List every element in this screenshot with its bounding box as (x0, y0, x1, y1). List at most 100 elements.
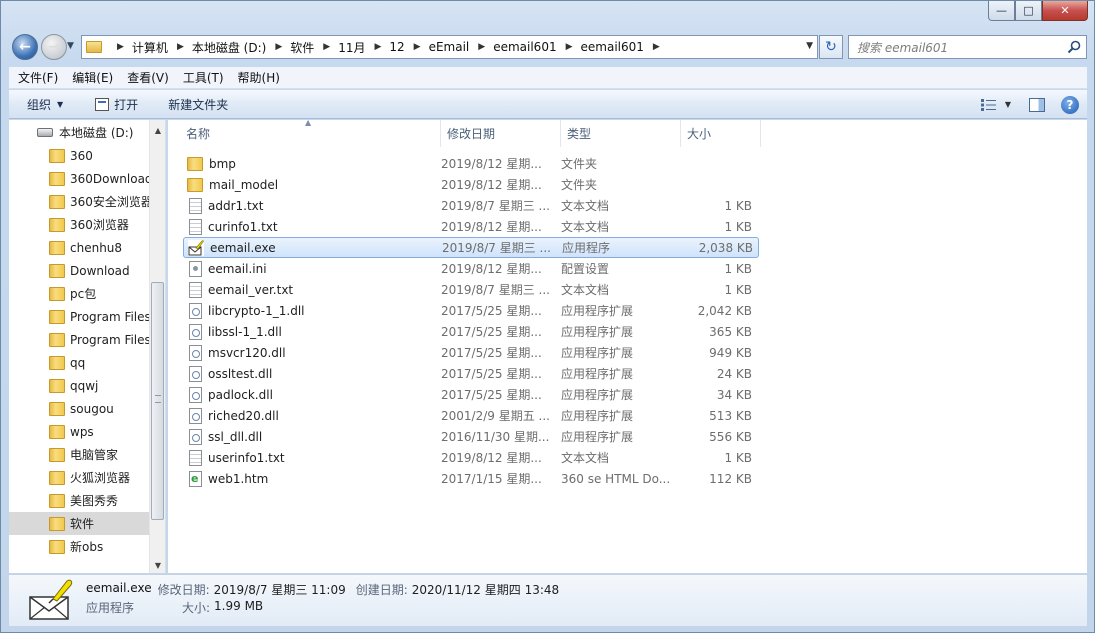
breadcrumb-item[interactable]: ▶ 软件 (266, 39, 314, 56)
file-row[interactable]: eemail.ini 2019/8/12 星期... 配置设置 1 KB (183, 258, 759, 279)
preview-pane-icon[interactable] (1029, 97, 1045, 112)
nav-item-folder[interactable]: qqwj (9, 374, 151, 397)
breadcrumb-separator-icon[interactable]: ▶ (414, 42, 421, 52)
column-date[interactable]: 修改日期 (441, 120, 561, 147)
scroll-thumb[interactable] (151, 282, 164, 520)
nav-item-folder[interactable]: 360安全浏览器 (9, 190, 153, 213)
nav-item-folder[interactable]: 360 (9, 144, 151, 167)
organize-label: 组织 (27, 97, 52, 112)
text-file-icon (189, 449, 202, 466)
breadcrumb-separator-icon[interactable]: ▶ (374, 42, 381, 52)
file-name-cell: libcrypto-1_1.dll (183, 302, 441, 319)
breadcrumb-separator-icon[interactable]: ▶ (117, 42, 124, 52)
nav-item-folder[interactable]: sougou (9, 397, 151, 420)
menu-view[interactable]: 查看(V) (118, 69, 174, 86)
file-row[interactable]: msvcr120.dll 2017/5/25 星期... 应用程序扩展 949 KB (183, 342, 759, 363)
address-row: ← → ▼ ▶ 计算机 ▶ 本地磁盘 (D:) ▶ 软件 ▶ 11月 ▶ 12 ▶ eEmail ▶ ee… (9, 31, 1089, 63)
nav-item-folder[interactable]: chenhu8 (9, 236, 151, 259)
file-size: 24 KB (716, 366, 752, 381)
view-options-chevron-down-icon[interactable]: ▼ (1005, 100, 1011, 109)
file-row[interactable]: padlock.dll 2017/5/25 星期... 应用程序扩展 34 KB (183, 384, 759, 405)
file-row[interactable]: eemail.exe 2019/8/7 星期三 ... 应用程序 2,038 KB (183, 237, 759, 258)
organize-button[interactable]: 组织 ▼ (27, 96, 63, 113)
nav-item-folder[interactable]: 360Download (9, 167, 153, 190)
breadcrumb-item[interactable]: ▶ 本地磁盘 (D:) (168, 39, 266, 56)
refresh-button[interactable]: ↻ (819, 35, 843, 59)
forward-button[interactable]: → (41, 34, 67, 60)
file-date: 2019/8/12 星期... (441, 451, 542, 465)
breadcrumb-separator-icon[interactable]: ▶ (566, 42, 573, 52)
address-dropdown-icon[interactable]: ▼ (806, 41, 813, 51)
file-date: 2019/8/7 星期三 ... (441, 199, 550, 213)
file-date: 2017/5/25 星期... (441, 346, 542, 360)
search-icon[interactable] (1067, 40, 1081, 54)
nav-item-folder[interactable]: Download (9, 259, 151, 282)
file-row[interactable]: bmp 2019/8/12 星期... 文件夹 (183, 153, 759, 174)
file-row[interactable]: ssl_dll.dll 2016/11/30 星期... 应用程序扩展 556 KB (183, 426, 759, 447)
file-row[interactable]: web1.htm 2017/1/15 星期... 360 se HTML Do...… (183, 468, 759, 489)
file-date: 2017/5/25 星期... (441, 388, 542, 402)
file-row[interactable]: userinfo1.txt 2019/8/12 星期... 文本文档 1 KB (183, 447, 759, 468)
menu-tools[interactable]: 工具(T) (174, 69, 229, 86)
menu-file[interactable]: 文件(F) (9, 69, 63, 86)
open-button[interactable]: 打开 (95, 96, 138, 113)
search-input[interactable]: 搜索 eemail601 (848, 35, 1087, 59)
nav-item-folder[interactable]: 360浏览器 (9, 213, 151, 236)
column-type[interactable]: 类型 (561, 120, 681, 147)
file-name: web1.htm (208, 471, 269, 486)
help-icon[interactable]: ? (1061, 95, 1079, 114)
column-name[interactable]: ▲ 名称 (168, 118, 441, 147)
nav-scrollbar[interactable]: ▲ ▼ (149, 120, 165, 573)
minimize-button[interactable]: — (988, 1, 1015, 21)
file-row[interactable]: curinfo1.txt 2019/8/12 星期... 文本文档 1 KB (183, 216, 759, 237)
scroll-up-arrow-icon[interactable]: ▲ (150, 122, 165, 138)
file-size: 556 KB (709, 429, 752, 444)
change-view-icon[interactable] (980, 98, 997, 111)
nav-item-folder[interactable]: 软件 (9, 512, 151, 535)
file-type: 文本文档 (561, 220, 610, 234)
nav-item-folder[interactable]: 火狐浏览器 (9, 466, 151, 489)
file-row[interactable]: riched20.dll 2001/2/9 星期五 ... 应用程序扩展 513 KB (183, 405, 759, 426)
file-row[interactable]: eemail_ver.txt 2019/8/7 星期三 ... 文本文档 1 KB (183, 279, 759, 300)
file-row[interactable]: libssl-1_1.dll 2017/5/25 星期... 应用程序扩展 365 K… (183, 321, 759, 342)
close-button[interactable]: ✕ (1042, 1, 1088, 21)
file-row[interactable]: libcrypto-1_1.dll 2017/5/25 星期... 应用程序扩展 2,… (183, 300, 759, 321)
maximize-button[interactable]: □ (1015, 1, 1042, 21)
column-size[interactable]: 大小 (681, 120, 761, 147)
breadcrumb-item[interactable]: ▶ 计算机 (108, 39, 168, 56)
breadcrumb-separator-icon[interactable]: ▶ (275, 42, 282, 52)
back-button[interactable]: ← (12, 34, 38, 60)
menu-edit[interactable]: 编辑(E) (63, 69, 118, 86)
nav-item-folder[interactable]: Program Files (9, 305, 151, 328)
nav-item-folder[interactable]: pc包 (9, 282, 151, 305)
nav-item-folder[interactable]: 电脑管家 (9, 443, 151, 466)
breadcrumb-label: 计算机 (131, 40, 168, 55)
breadcrumb-item[interactable]: ▶ eemail601 (469, 40, 556, 54)
recent-pages-dropdown-icon[interactable]: ▼ (67, 41, 74, 51)
nav-item-folder[interactable]: wps (9, 420, 151, 443)
file-row[interactable]: mail_model 2019/8/12 星期... 文件夹 (183, 174, 759, 195)
file-type: 应用程序扩展 (561, 409, 634, 423)
breadcrumb-separator-icon[interactable]: ▶ (653, 42, 660, 52)
folder-icon (49, 401, 65, 416)
address-bar[interactable]: ▶ 计算机 ▶ 本地磁盘 (D:) ▶ 软件 ▶ 11月 ▶ 12 ▶ eEmail ▶ eemail60… (81, 35, 818, 59)
file-size: 365 KB (709, 324, 752, 339)
breadcrumb-separator-icon[interactable]: ▶ (323, 42, 330, 52)
nav-item-folder[interactable]: 新obs (9, 535, 151, 558)
file-row[interactable]: addr1.txt 2019/8/7 星期三 ... 文本文档 1 KB (183, 195, 759, 216)
menu-help[interactable]: 帮助(H) (229, 69, 285, 86)
breadcrumb-item[interactable]: ▶ 11月 (314, 39, 365, 56)
nav-item-drive-d[interactable]: 本地磁盘 (D:) (9, 120, 151, 144)
breadcrumb-item[interactable]: ▶ eEmail (405, 40, 470, 54)
nav-item-folder[interactable]: Program Files (9, 328, 151, 351)
new-folder-button[interactable]: 新建文件夹 (168, 96, 228, 113)
new-folder-label: 新建文件夹 (168, 97, 229, 112)
nav-item-folder[interactable]: 美图秀秀 (9, 489, 151, 512)
breadcrumb-item[interactable]: ▶ 12 (365, 40, 404, 54)
breadcrumb-separator-icon[interactable]: ▶ (478, 42, 485, 52)
nav-item-folder[interactable]: qq (9, 351, 151, 374)
scroll-down-arrow-icon[interactable]: ▼ (150, 557, 165, 573)
file-row[interactable]: ossltest.dll 2017/5/25 星期... 应用程序扩展 24 KB (183, 363, 759, 384)
breadcrumb-item[interactable]: ▶ eemail601 (557, 40, 644, 54)
breadcrumb-separator-icon[interactable]: ▶ (177, 42, 184, 52)
